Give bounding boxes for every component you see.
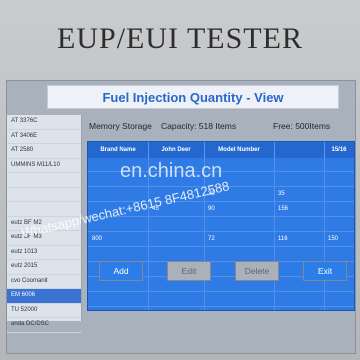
column-header: 15/16 — [324, 142, 354, 158]
table-row[interactable] — [88, 293, 354, 307]
add-button[interactable]: Add — [99, 261, 143, 281]
sidebar-item[interactable] — [7, 173, 81, 188]
table-cell: 72 — [208, 236, 215, 242]
delete-button[interactable]: Delete — [235, 261, 279, 281]
table-cell: 156 — [278, 206, 289, 212]
table-row[interactable]: 800 72 116 150 — [88, 233, 354, 247]
table-cell: 35 — [278, 191, 285, 197]
storage-label: Memory Storage — [89, 121, 152, 131]
device-title: EUP/EUI TESTER — [57, 22, 303, 55]
table-cell: 800 — [92, 236, 103, 242]
table-row[interactable] — [88, 248, 354, 262]
sidebar-item-selected[interactable]: EM 6006 — [7, 289, 81, 304]
sidebar-item[interactable]: anda DC/DSC — [7, 318, 81, 333]
sidebar-item[interactable]: AT 3376C — [7, 115, 81, 130]
column-header: Brand Name — [88, 142, 149, 158]
column-header: John Deer — [148, 142, 205, 158]
window-titlebar: Fuel Injection Quantity - View — [47, 85, 339, 109]
sidebar-item[interactable] — [7, 188, 81, 202]
exit-button[interactable]: Exit — [303, 261, 347, 281]
window-title: Fuel Injection Quantity - View — [102, 90, 284, 105]
sidebar-item[interactable]: eutz 2015 — [7, 260, 81, 275]
table-row[interactable] — [88, 218, 354, 232]
sidebar-item[interactable]: UMMINS M11/L10 — [7, 159, 81, 173]
tester-device: EUP/EUI TESTER Fuel Injection Quantity -… — [0, 0, 360, 360]
sidebar-item[interactable]: AT 2580 — [7, 144, 81, 159]
table-cell: 90 — [208, 206, 215, 212]
edit-button[interactable]: Edit — [167, 261, 211, 281]
storage-capacity: Capacity: 518 Items — [161, 121, 237, 131]
column-header: Model Number — [204, 142, 275, 158]
sidebar-item[interactable]: AT 3406E — [7, 130, 81, 144]
sidebar-item[interactable]: eutz 1013 — [7, 246, 81, 260]
memory-storage-info: Memory Storage Capacity: 518 Items Free:… — [89, 119, 351, 135]
column-header — [274, 142, 325, 158]
table-cell: 116 — [278, 236, 288, 242]
storage-free: Free: 500Items — [273, 121, 331, 131]
table-cell: 150 — [328, 236, 339, 242]
sidebar-item[interactable]: cvo Coomanit — [7, 275, 81, 289]
table-header: Brand Name John Deer Model Number 15/16 — [88, 142, 354, 158]
sidebar-item[interactable]: TU 52000 — [7, 304, 81, 318]
watermark-site: en.china.cn — [120, 160, 223, 182]
